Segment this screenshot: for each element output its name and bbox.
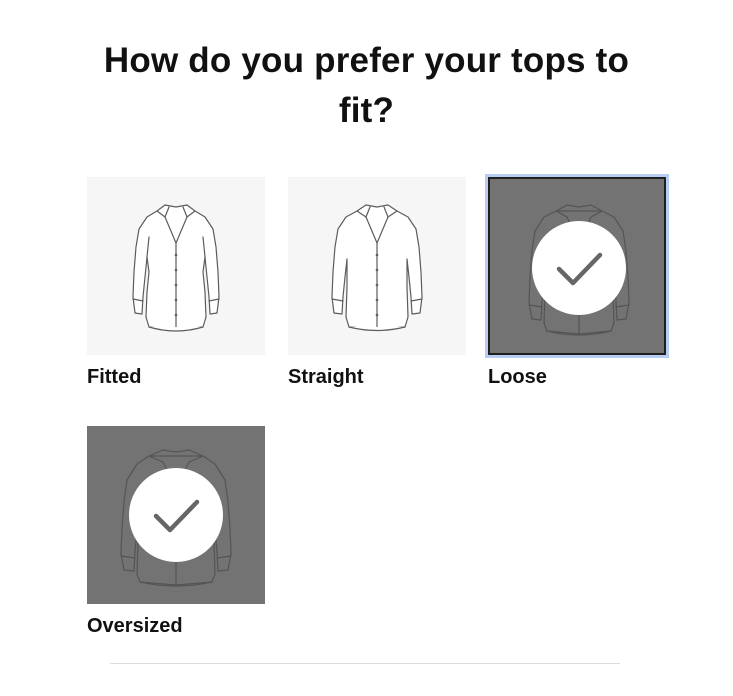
straight-shirt-icon: [331, 204, 423, 332]
checkmark-icon: [153, 499, 200, 533]
option-label: Loose: [488, 366, 547, 388]
question-title: How do you prefer your tops to fit?: [103, 41, 630, 130]
checkmark-badge: [129, 468, 223, 562]
option-loose[interactable]: Loose: [485, 174, 669, 389]
divider: [110, 663, 620, 664]
option-label: Straight: [288, 366, 364, 388]
option-straight[interactable]: Straight: [288, 177, 466, 389]
option-oversized[interactable]: Oversized: [87, 426, 265, 638]
option-label: Oversized: [87, 615, 183, 637]
checkmark-badge: [532, 221, 626, 315]
option-fitted[interactable]: Fitted: [87, 177, 265, 389]
option-tile[interactable]: [87, 177, 265, 355]
option-tile[interactable]: [485, 174, 669, 358]
fit-preference-page: How do you prefer your tops to fit? Fitt…: [0, 0, 733, 696]
option-tile[interactable]: [87, 426, 265, 604]
option-tile[interactable]: [288, 177, 466, 355]
checkmark-icon: [556, 252, 603, 286]
option-label: Fitted: [87, 366, 142, 388]
fitted-shirt-icon: [132, 204, 220, 332]
